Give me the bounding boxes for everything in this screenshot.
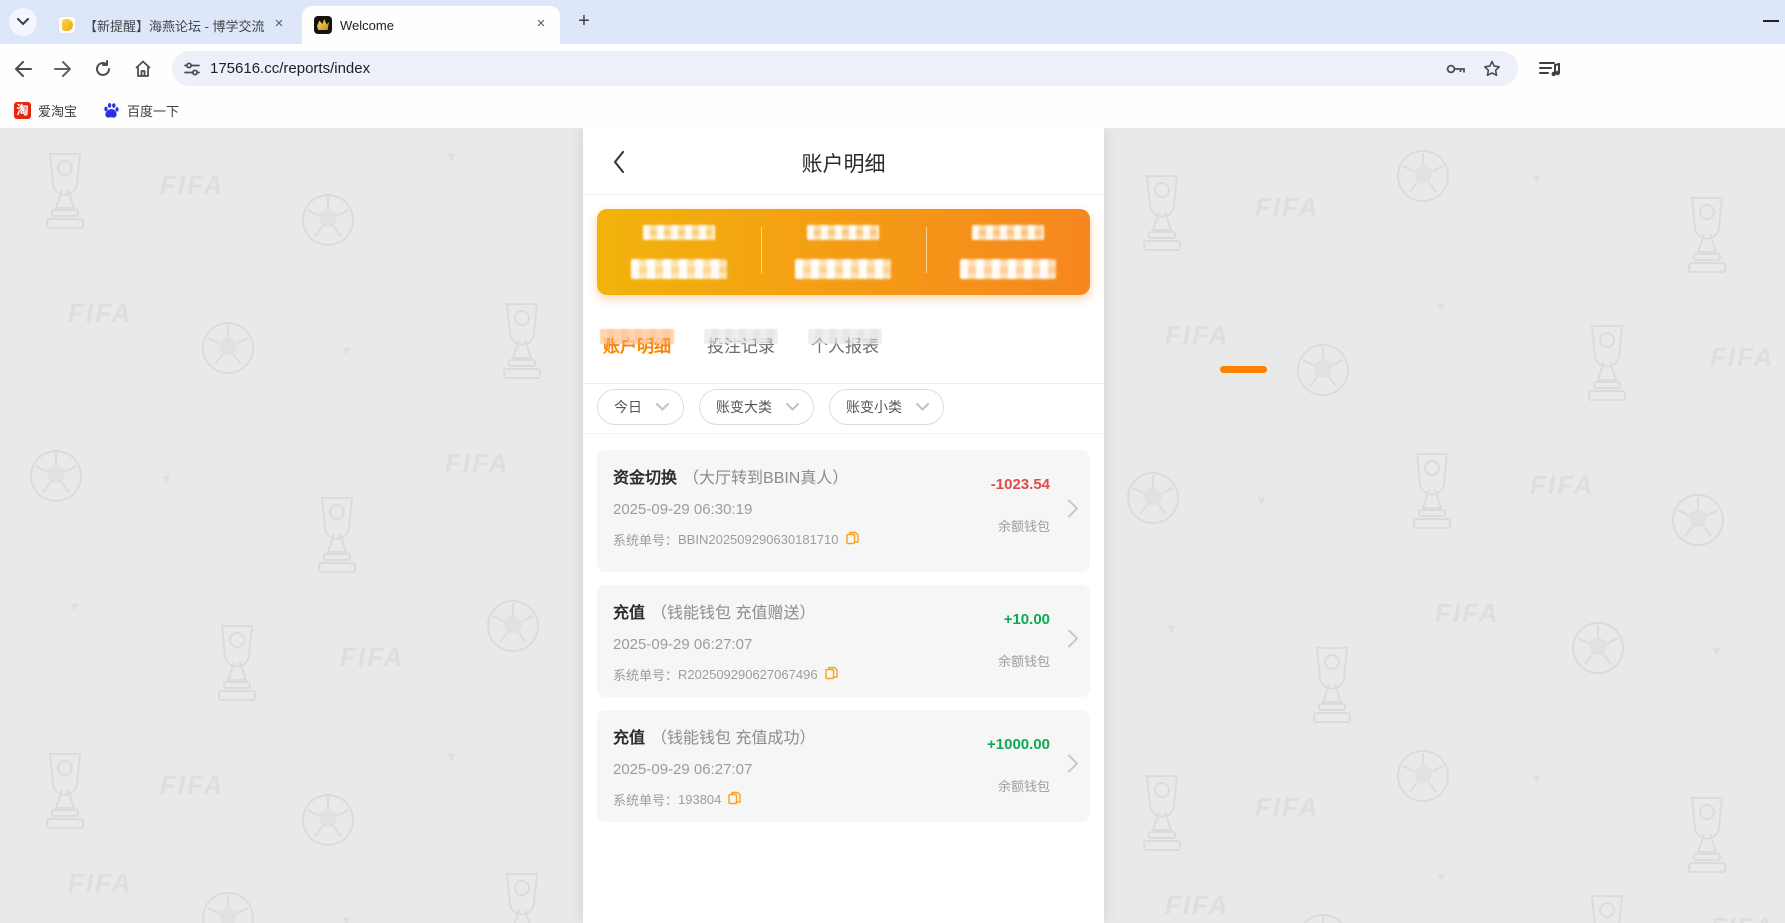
chevron-down-icon (916, 403, 929, 411)
order-label: 系统单号： (613, 530, 678, 549)
chevron-right-icon[interactable] (1068, 630, 1078, 653)
wallet-label: 余额钱包 (991, 516, 1050, 535)
order-label: 系统单号： (613, 790, 678, 809)
bookmark-star-icon[interactable] (1478, 55, 1506, 83)
transaction-type: 充值 (613, 730, 645, 747)
browser-tab-welcome[interactable]: Welcome × (302, 6, 560, 44)
transaction-row[interactable]: 充值（钱能钱包 充值赠送） 2025-09-29 06:27:07 系统单号： … (597, 585, 1090, 697)
redacted-stat (597, 209, 761, 295)
transaction-note: （钱能钱包 充值成功） (651, 730, 815, 747)
tab-search-button[interactable] (9, 8, 37, 36)
transaction-note: （大厅转到BBIN真人） (683, 470, 848, 487)
welcome-favicon (314, 16, 332, 34)
wallet-label: 余额钱包 (998, 651, 1050, 670)
close-tab-icon[interactable]: × (270, 16, 288, 34)
back-button[interactable] (6, 52, 40, 86)
order-label: 系统单号： (613, 665, 678, 684)
home-icon (134, 60, 152, 78)
account-detail-panel: 账户明细 账户明细 投注记录 个人报表 今日 (583, 128, 1104, 923)
balance-summary-card (597, 209, 1090, 295)
close-tab-icon[interactable]: × (532, 16, 550, 34)
baidu-paw-icon (103, 102, 120, 119)
reload-button[interactable] (86, 52, 120, 86)
transaction-type: 充值 (613, 605, 645, 622)
bookmark-label: 爱淘宝 (38, 101, 77, 120)
transaction-note: （钱能钱包 充值赠送） (651, 605, 815, 622)
copy-icon[interactable] (728, 791, 741, 808)
bookmark-baidu[interactable]: 百度一下 (103, 101, 179, 120)
filter-minor-category-dropdown[interactable]: 账变小类 (829, 389, 944, 425)
password-key-icon[interactable] (1442, 55, 1470, 83)
reload-icon (94, 60, 112, 78)
filter-row: 今日 账变大类 账变小类 (597, 389, 944, 425)
copy-icon[interactable] (846, 531, 859, 548)
forward-arrow-icon (54, 61, 72, 77)
bookmarks-bar: 淘 爱淘宝 百度一下 (0, 93, 1785, 128)
chevron-right-icon[interactable] (1068, 755, 1078, 778)
tab-account-detail[interactable]: 账户明细 (603, 326, 671, 376)
copy-icon[interactable] (825, 666, 838, 683)
browser-tab-strip: 【新提醒】海燕论坛 - 博学交流 × Welcome × + (0, 0, 1785, 44)
site-settings-icon[interactable] (184, 62, 200, 76)
chevron-right-icon[interactable] (1068, 500, 1078, 523)
transaction-amount: +10.00 (998, 611, 1050, 628)
app-header: 账户明细 (583, 128, 1104, 195)
chevron-down-icon (656, 403, 669, 411)
window-minimize-button[interactable] (1763, 20, 1779, 22)
order-number: R202509290627067496 (678, 667, 818, 682)
browser-tab-forum[interactable]: 【新提醒】海燕论坛 - 博学交流 × (46, 6, 298, 44)
transaction-type: 资金切换 (613, 470, 677, 487)
order-number: BBIN202509290630181710 (678, 532, 838, 547)
forward-button[interactable] (46, 52, 80, 86)
forum-favicon (58, 16, 76, 34)
back-arrow-icon (14, 61, 32, 77)
bookmark-taobao[interactable]: 淘 爱淘宝 (14, 101, 77, 120)
browser-tab-title: 【新提醒】海燕论坛 - 博学交流 (84, 16, 264, 35)
transaction-time: 2025-09-29 06:30:19 (613, 501, 940, 518)
page-content: FIFA▼FIFAFIFA▼FIFA▼FIFA▼▼FIFA▼FIFA▼FIFAF… (0, 128, 1785, 923)
address-bar[interactable]: 175616.cc/reports/index (172, 51, 1518, 86)
tab-bet-records[interactable]: 投注记录 (707, 326, 775, 376)
url-text[interactable]: 175616.cc/reports/index (210, 60, 1434, 77)
chevron-down-icon (786, 403, 799, 411)
order-number: 193804 (678, 792, 721, 807)
transaction-row[interactable]: 充值（钱能钱包 充值成功） 2025-09-29 06:27:07 系统单号： … (597, 710, 1090, 822)
redacted-stat (926, 209, 1090, 295)
wallet-label: 余额钱包 (987, 776, 1050, 795)
tab-personal-report[interactable]: 个人报表 (811, 326, 879, 376)
report-tabs: 账户明细 投注记录 个人报表 (603, 326, 879, 376)
transaction-time: 2025-09-29 06:27:07 (613, 636, 940, 653)
media-playlist-icon[interactable] (1536, 55, 1564, 83)
transaction-amount: -1023.54 (991, 476, 1050, 493)
taobao-icon: 淘 (14, 102, 31, 119)
new-tab-button[interactable]: + (570, 8, 598, 36)
filter-date-dropdown[interactable]: 今日 (597, 389, 684, 425)
page-title: 账户明细 (583, 148, 1104, 178)
transaction-row[interactable]: 资金切换 （大厅转到BBIN真人） 2025-09-29 06:30:19 系统单… (597, 450, 1090, 572)
home-button[interactable] (126, 52, 160, 86)
transaction-time: 2025-09-29 06:27:07 (613, 761, 940, 778)
active-tab-underline (1220, 366, 1267, 373)
chevron-down-icon (17, 18, 29, 26)
bookmark-label: 百度一下 (127, 101, 179, 120)
filter-major-category-dropdown[interactable]: 账变大类 (699, 389, 814, 425)
browser-toolbar: 175616.cc/reports/index (0, 44, 1785, 93)
browser-tab-title: Welcome (340, 18, 526, 33)
redacted-stat (761, 209, 925, 295)
transaction-amount: +1000.00 (987, 736, 1050, 753)
